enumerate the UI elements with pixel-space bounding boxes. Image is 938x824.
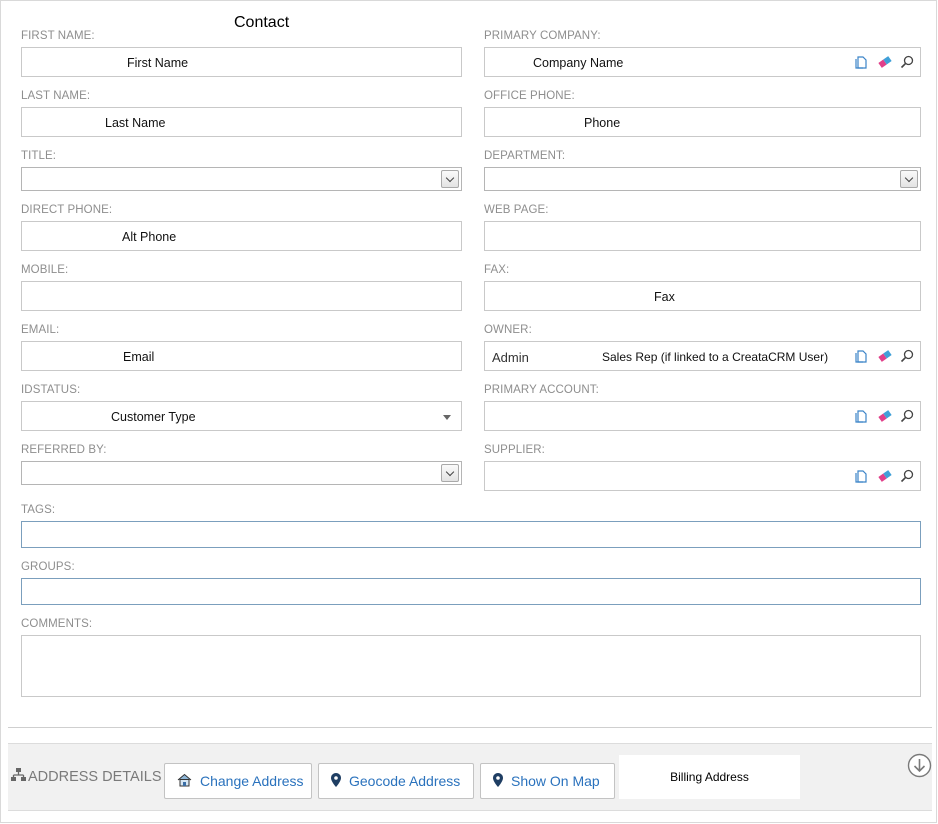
copy-icon[interactable] bbox=[854, 55, 868, 69]
primary-company-field[interactable]: Company Name bbox=[484, 47, 921, 77]
last-name-field[interactable]: Last Name bbox=[21, 107, 462, 137]
owner-note: Sales Rep (if linked to a CreataCRM User… bbox=[602, 350, 829, 364]
primary-company-label: PRIMARY COMPANY: bbox=[484, 30, 601, 42]
fax-value: Fax bbox=[654, 290, 675, 304]
primary-account-label: PRIMARY ACCOUNT: bbox=[484, 384, 599, 396]
comments-textarea[interactable] bbox=[21, 635, 921, 697]
circle-arrow-down-icon[interactable] bbox=[907, 753, 932, 778]
tags-label: TAGS: bbox=[21, 504, 56, 516]
house-icon bbox=[177, 773, 192, 790]
title-label: TITLE: bbox=[21, 150, 57, 162]
comments-label: COMMENTS: bbox=[21, 618, 93, 630]
groups-label: GROUPS: bbox=[21, 561, 75, 573]
search-icon[interactable] bbox=[900, 409, 914, 423]
department-select[interactable] bbox=[484, 167, 921, 191]
geocode-address-label: Geocode Address bbox=[349, 773, 461, 789]
copy-icon[interactable] bbox=[854, 349, 868, 363]
office-phone-value: Phone bbox=[584, 116, 621, 130]
caret-down-icon[interactable] bbox=[443, 415, 451, 420]
first-name-field[interactable]: First Name bbox=[21, 47, 462, 77]
contact-form-panel: Contact FIRST NAME: First Name LAST NAME… bbox=[0, 0, 937, 823]
email-label: EMAIL: bbox=[21, 324, 60, 336]
supplier-field[interactable] bbox=[484, 461, 921, 491]
last-name-label: LAST NAME: bbox=[21, 90, 91, 102]
web-page-label: WEB PAGE: bbox=[484, 204, 549, 216]
email-field[interactable]: Email bbox=[21, 341, 462, 371]
office-phone-field[interactable]: Phone bbox=[484, 107, 921, 137]
chevron-down-icon[interactable] bbox=[441, 464, 459, 482]
change-address-label: Change Address bbox=[200, 773, 304, 789]
show-on-map-label: Show On Map bbox=[511, 773, 600, 789]
mobile-field[interactable] bbox=[21, 281, 462, 311]
chevron-down-icon[interactable] bbox=[441, 170, 459, 188]
tags-input[interactable] bbox=[21, 521, 921, 548]
map-pin-icon bbox=[331, 772, 341, 790]
title-select[interactable] bbox=[21, 167, 462, 191]
eraser-icon[interactable] bbox=[877, 469, 892, 483]
divider bbox=[8, 727, 932, 728]
direct-phone-label: DIRECT PHONE: bbox=[21, 204, 113, 216]
owner-field[interactable]: Admin Sales Rep (if linked to a CreataCR… bbox=[484, 341, 921, 371]
groups-input[interactable] bbox=[21, 578, 921, 605]
idstatus-value: Customer Type bbox=[111, 410, 196, 424]
eraser-icon[interactable] bbox=[877, 55, 892, 69]
direct-phone-field[interactable]: Alt Phone bbox=[21, 221, 462, 251]
fax-field[interactable]: Fax bbox=[484, 281, 921, 311]
first-name-value: First Name bbox=[127, 56, 189, 70]
copy-icon[interactable] bbox=[854, 469, 868, 483]
primary-company-value: Company Name bbox=[533, 56, 624, 70]
email-value: Email bbox=[123, 350, 155, 364]
copy-icon[interactable] bbox=[854, 409, 868, 423]
first-name-label: FIRST NAME: bbox=[21, 30, 95, 42]
sitemap-icon bbox=[11, 767, 26, 786]
eraser-icon[interactable] bbox=[877, 349, 892, 363]
form-title: Contact bbox=[234, 14, 290, 31]
show-on-map-button[interactable]: Show On Map bbox=[480, 763, 615, 799]
eraser-icon[interactable] bbox=[877, 409, 892, 423]
search-icon[interactable] bbox=[900, 469, 914, 483]
supplier-label: SUPPLIER: bbox=[484, 444, 545, 456]
search-icon[interactable] bbox=[900, 55, 914, 69]
geocode-address-button[interactable]: Geocode Address bbox=[318, 763, 474, 799]
idstatus-dropdown[interactable]: Customer Type bbox=[21, 401, 462, 431]
direct-phone-value: Alt Phone bbox=[122, 230, 177, 244]
chevron-down-icon[interactable] bbox=[900, 170, 918, 188]
billing-address-label: Billing Address bbox=[619, 755, 800, 799]
referred-by-label: REFERRED BY: bbox=[21, 444, 107, 456]
department-label: DEPARTMENT: bbox=[484, 150, 566, 162]
address-details-title: ADDRESS DETAILS bbox=[11, 767, 162, 786]
referred-by-select[interactable] bbox=[21, 461, 462, 485]
search-icon[interactable] bbox=[900, 349, 914, 363]
owner-label: OWNER: bbox=[484, 324, 532, 336]
map-pin-icon bbox=[493, 772, 503, 790]
mobile-label: MOBILE: bbox=[21, 264, 69, 276]
address-details-label: ADDRESS DETAILS bbox=[28, 768, 162, 785]
owner-value: Admin bbox=[492, 350, 529, 365]
last-name-value: Last Name bbox=[105, 116, 166, 130]
idstatus-label: IDSTATUS: bbox=[21, 384, 81, 396]
office-phone-label: OFFICE PHONE: bbox=[484, 90, 575, 102]
fax-label: FAX: bbox=[484, 264, 510, 276]
web-page-field[interactable] bbox=[484, 221, 921, 251]
change-address-button[interactable]: Change Address bbox=[164, 763, 312, 799]
primary-account-field[interactable] bbox=[484, 401, 921, 431]
